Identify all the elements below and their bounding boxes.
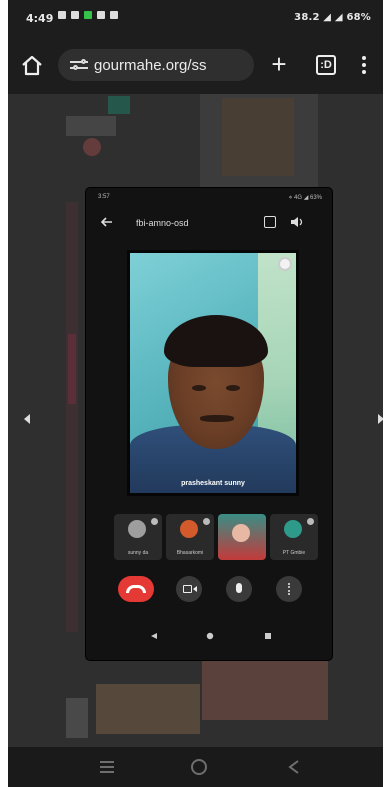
camera-icon-lens bbox=[193, 586, 197, 592]
home-circle-icon[interactable] bbox=[191, 759, 207, 775]
participant-name: sunny da bbox=[127, 550, 149, 556]
participant-strip: sunny da Bhasarkomi PT Gmbie bbox=[114, 514, 320, 560]
participant-name: Bhasarkomi bbox=[176, 550, 204, 556]
pin-icon[interactable] bbox=[278, 257, 292, 271]
person-eye bbox=[192, 385, 206, 391]
avatar bbox=[128, 520, 146, 538]
call-status-indicators: ⋄ 4G ◢ 63% bbox=[288, 195, 322, 201]
system-navigation-bar bbox=[8, 747, 383, 787]
status-bar: 4:49 38.2 ◢ ◢ 68% bbox=[8, 0, 383, 36]
end-call-icon bbox=[126, 585, 146, 593]
video-call-screenshot[interactable]: 3:57 ⋄ 4G ◢ 63% fbi-amno-osd prasheskant… bbox=[86, 188, 332, 660]
status-time: 4:49 bbox=[26, 12, 54, 25]
mic-muted-icon bbox=[151, 518, 158, 525]
recents-icon[interactable] bbox=[264, 632, 272, 640]
notification-icon bbox=[58, 11, 66, 19]
home-icon[interactable] bbox=[20, 54, 44, 78]
participant-tile[interactable]: PT Gmbie bbox=[270, 514, 318, 560]
back-triangle-icon[interactable] bbox=[288, 760, 300, 774]
whatsapp-icon bbox=[84, 11, 92, 19]
person-eye bbox=[226, 385, 240, 391]
notification-icons bbox=[58, 11, 118, 19]
avatar bbox=[232, 524, 250, 542]
avatar bbox=[284, 520, 302, 538]
browser-toolbar: gourmahe.org/ss + :D bbox=[8, 36, 383, 94]
system-status-indicators: 38.2 ◢ ◢ 68% bbox=[294, 12, 371, 23]
notification-icon bbox=[97, 11, 105, 19]
participant-tile[interactable]: Bhasarkomi bbox=[166, 514, 214, 560]
mic-muted-icon bbox=[307, 518, 314, 525]
recents-icon[interactable] bbox=[100, 761, 114, 773]
address-bar[interactable]: gourmahe.org/ss bbox=[58, 49, 254, 81]
home-circle-icon[interactable] bbox=[206, 632, 214, 640]
back-arrow-icon[interactable] bbox=[100, 215, 114, 229]
url-text: gourmahe.org/ss bbox=[94, 56, 207, 74]
tune-icon[interactable] bbox=[70, 58, 88, 72]
more-icon bbox=[288, 583, 290, 595]
call-status-time: 3:57 bbox=[98, 194, 110, 200]
mic-muted-icon bbox=[203, 518, 210, 525]
more-options-button[interactable] bbox=[276, 576, 302, 602]
overflow-menu-icon[interactable] bbox=[358, 54, 370, 76]
person-mustache bbox=[200, 415, 234, 422]
phone-screen: 4:49 38.2 ◢ ◢ 68% gourmahe.org/ss + :D 3… bbox=[8, 0, 383, 787]
participant-tile[interactable] bbox=[218, 514, 266, 560]
speaker-name: prasheskant sunny bbox=[181, 480, 245, 487]
camera-icon bbox=[183, 585, 192, 593]
main-video-tile[interactable]: prasheskant sunny bbox=[127, 250, 299, 496]
previous-arrow-icon[interactable] bbox=[24, 414, 30, 424]
call-header: fbi-amno-osd bbox=[86, 208, 332, 240]
next-arrow-icon[interactable] bbox=[378, 414, 383, 424]
switch-camera-icon[interactable] bbox=[264, 216, 276, 228]
speaker-icon[interactable] bbox=[290, 216, 304, 228]
call-status-bar: 3:57 ⋄ 4G ◢ 63% bbox=[86, 188, 332, 206]
avatar bbox=[180, 520, 198, 538]
call-controls bbox=[86, 576, 332, 606]
participant-tile[interactable]: sunny da bbox=[114, 514, 162, 560]
mic-button[interactable] bbox=[226, 576, 252, 602]
back-triangle-icon[interactable] bbox=[150, 632, 158, 640]
meeting-code[interactable]: fbi-amno-osd bbox=[136, 218, 189, 228]
inner-nav-bar bbox=[86, 628, 332, 648]
camera-button[interactable] bbox=[176, 576, 202, 602]
tabs-icon[interactable]: :D bbox=[316, 55, 336, 75]
plus-icon[interactable]: + bbox=[266, 51, 292, 78]
notification-icon bbox=[110, 11, 118, 19]
notification-icon bbox=[71, 11, 79, 19]
participant-name: PT Gmbie bbox=[282, 550, 306, 556]
end-call-button[interactable] bbox=[118, 576, 154, 602]
mic-icon bbox=[236, 583, 242, 593]
